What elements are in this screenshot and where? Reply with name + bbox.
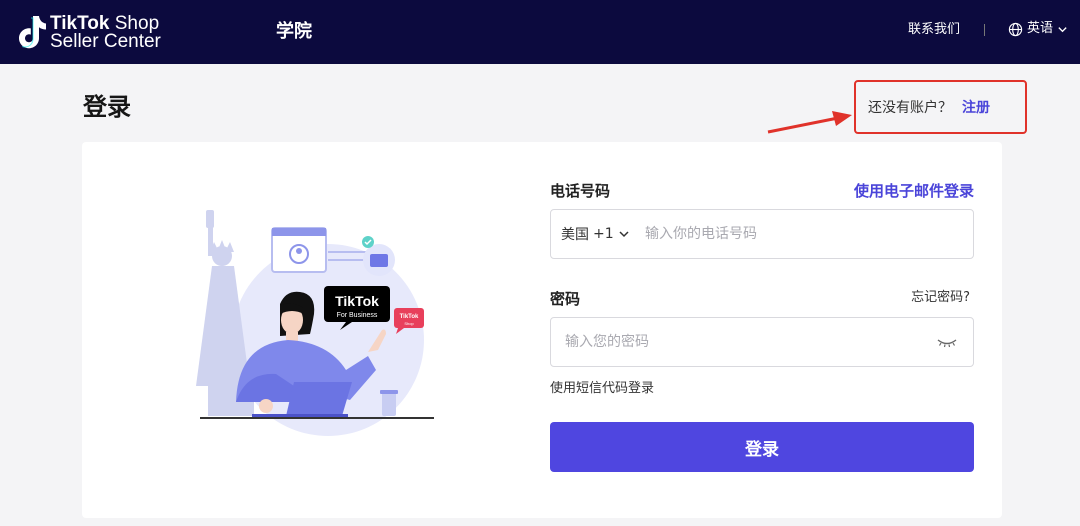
- language-selector[interactable]: 英语: [1008, 19, 1068, 39]
- red-arrow-annotation: [767, 111, 852, 134]
- page-title: 登录: [83, 93, 131, 121]
- phone-field: 美国 +1: [550, 209, 974, 259]
- shop-badge-text: TikTok: [400, 314, 419, 320]
- cup-icon: [382, 392, 396, 416]
- nav-academy-link[interactable]: 学院: [276, 20, 312, 44]
- login-card: TikTok For Business TikTok Shop 电话号码 使用电…: [82, 142, 1002, 518]
- globe-icon: [1008, 22, 1023, 36]
- sms-login-link[interactable]: 使用短信代码登录: [550, 377, 654, 396]
- password-input[interactable]: [551, 318, 935, 366]
- badge-main-text: TikTok: [335, 293, 379, 309]
- phone-input[interactable]: [639, 210, 973, 258]
- country-name: 美国: [561, 227, 589, 243]
- badge-sub-text: For Business: [337, 312, 378, 319]
- chevron-down-icon: [619, 231, 629, 238]
- country-code-selector[interactable]: 美国 +1: [551, 224, 639, 244]
- password-label: 密码: [550, 290, 581, 308]
- tiktok-shop-logo[interactable]: TikTok Shop Seller Center: [14, 12, 164, 52]
- language-label: 英语: [1027, 21, 1054, 36]
- phone-label: 电话号码: [550, 182, 611, 200]
- signup-prompt: 还没有账户？ 注册: [854, 80, 1027, 134]
- email-login-link[interactable]: 使用电子邮件登录: [854, 180, 974, 201]
- signup-link[interactable]: 注册: [962, 97, 990, 117]
- top-navigation-bar: TikTok Shop Seller Center 学院 联系我们 英语: [0, 0, 1080, 64]
- country-code: +1: [593, 226, 614, 242]
- nav-divider: [984, 24, 985, 36]
- signup-question: 还没有账户？: [868, 100, 952, 116]
- tiktok-logo-icon: [19, 16, 46, 49]
- password-field: [550, 317, 974, 367]
- folder-icon: [370, 254, 388, 267]
- shop-badge-sub-text: Shop: [404, 321, 414, 326]
- logo-subtitle: Seller Center: [50, 31, 161, 52]
- chevron-down-icon: [1058, 26, 1067, 32]
- eye-closed-icon[interactable]: [935, 334, 959, 350]
- login-illustration: TikTok For Business TikTok Shop: [196, 210, 434, 436]
- nav-contact-link[interactable]: 联系我们: [908, 21, 960, 39]
- forgot-password-link[interactable]: 忘记密码?: [911, 286, 970, 305]
- login-button[interactable]: 登录: [550, 422, 974, 472]
